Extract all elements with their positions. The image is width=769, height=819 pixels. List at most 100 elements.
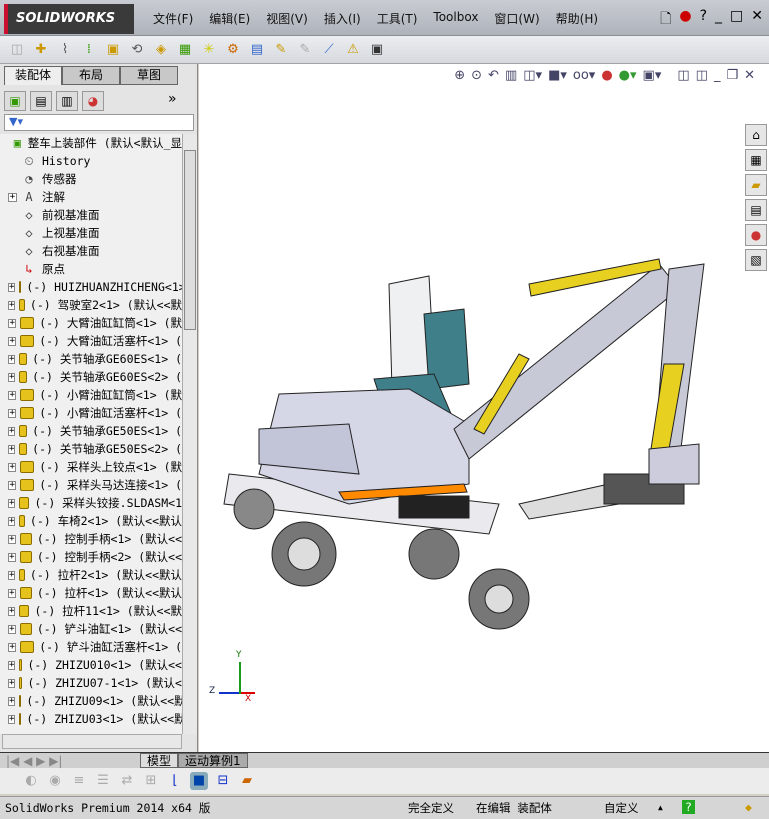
expand-toggle[interactable]: + bbox=[8, 498, 16, 508]
expand-toggle[interactable]: + bbox=[8, 408, 17, 418]
expand-toggle[interactable]: + bbox=[8, 462, 17, 472]
tree-item-label[interactable]: 前视基准面 bbox=[42, 207, 100, 223]
tree-item-label[interactable]: (-) 关节轴承GE50ES<2> ( bbox=[32, 441, 182, 457]
tree-horizontal-scrollbar[interactable] bbox=[2, 734, 182, 749]
units-up-arrow-icon[interactable]: ▲ bbox=[658, 803, 663, 812]
tree-item-label[interactable]: (-) 采样头铰接.SLDASM<1 bbox=[34, 495, 182, 511]
close-button[interactable]: ✕ bbox=[751, 8, 763, 32]
tree-item-label[interactable]: (-) ZHIZU03<1> (默认<<默 bbox=[26, 711, 182, 727]
dimension-icon[interactable]: ⌊ bbox=[166, 772, 184, 790]
menu-item[interactable]: 视图(V) bbox=[258, 10, 316, 27]
tree-item-label[interactable]: (-) 大臂油缸活塞杆<1> ( bbox=[39, 333, 182, 349]
tree-vertical-scrollbar[interactable] bbox=[182, 134, 197, 734]
tree-item-label[interactable]: 右视基准面 bbox=[42, 243, 100, 259]
expand-toggle[interactable]: + bbox=[8, 390, 17, 400]
table-icon[interactable]: ⊟ bbox=[214, 772, 232, 790]
tree-item-label[interactable]: (-) ZHIZU07-1<1> (默认< bbox=[27, 675, 182, 691]
excavator-model[interactable] bbox=[199, 64, 769, 752]
tag-icon[interactable]: ◆ bbox=[745, 800, 752, 814]
grid-icon[interactable]: ⊞ bbox=[142, 772, 160, 790]
tree-item-label[interactable]: (-) ZHIZU010<1> (默认<< bbox=[27, 657, 182, 673]
tree-item-label[interactable]: (-) 拉杆2<1> (默认<<默认 bbox=[30, 567, 182, 583]
expand-toggle[interactable]: + bbox=[8, 336, 17, 346]
expand-panel-icon[interactable]: » bbox=[168, 91, 177, 111]
mate-icon[interactable]: ⌇ bbox=[56, 41, 74, 59]
tab-motion-study[interactable]: 运动算例1 bbox=[178, 753, 248, 768]
edit-appearance-icon[interactable]: ▰ bbox=[238, 772, 256, 790]
drawing-icon[interactable]: ▣ bbox=[368, 41, 386, 59]
units-selector[interactable]: 自定义 bbox=[604, 800, 639, 816]
menu-item[interactable]: 编辑(E) bbox=[201, 10, 258, 27]
tab-layout[interactable]: 布局 bbox=[62, 66, 120, 85]
quick-tips-icon[interactable]: ? bbox=[682, 800, 695, 814]
tab-sketch[interactable]: 草图 bbox=[120, 66, 178, 85]
tree-item-label[interactable]: (-) 拉杆11<1> (默认<<默 bbox=[34, 603, 182, 619]
tree-item-label[interactable]: 上视基准面 bbox=[42, 225, 100, 241]
expand-toggle[interactable]: + bbox=[8, 624, 16, 634]
tree-item-label[interactable]: History bbox=[42, 154, 90, 168]
expand-toggle[interactable]: + bbox=[8, 534, 16, 544]
expand-toggle[interactable]: + bbox=[8, 570, 16, 580]
tree-item-label[interactable]: (-) 关节轴承GE50ES<1> ( bbox=[32, 423, 182, 439]
property-manager-icon[interactable]: ▤ bbox=[30, 91, 52, 111]
expand-toggle[interactable]: + bbox=[8, 372, 16, 382]
expand-toggle[interactable]: + bbox=[8, 444, 16, 454]
expand-toggle[interactable]: + bbox=[8, 642, 17, 652]
align-icon[interactable]: ⇄ bbox=[118, 772, 136, 790]
shaded-display-icon[interactable]: ■ bbox=[190, 772, 208, 790]
graphics-viewport[interactable]: ⊕ ⊙ ↶ ▥ ◫▾ ■▾ oo▾ ● ●▾ ▣▾ ◫ ◫ _ ❐ ✕ ⌂ ▦ … bbox=[199, 64, 769, 752]
render-icon[interactable]: ◐ bbox=[22, 772, 40, 790]
expand-toggle[interactable]: + bbox=[8, 480, 17, 490]
tree-item-label[interactable]: (-) 大臂油缸缸筒<1> (默 bbox=[39, 315, 182, 331]
tree-item-label[interactable]: (-) 关节轴承GE60ES<2> ( bbox=[32, 369, 182, 385]
tree-item-label[interactable]: (-) 驾驶室2<1> (默认<<默 bbox=[30, 297, 182, 313]
expand-toggle[interactable]: + bbox=[8, 588, 16, 598]
minimize-button[interactable]: _ bbox=[715, 8, 722, 32]
menu-item[interactable]: 文件(F) bbox=[145, 10, 201, 27]
expand-toggle[interactable]: + bbox=[8, 300, 16, 310]
tree-item-label[interactable]: (-) 采样头上铰点<1> (默 bbox=[39, 459, 182, 475]
tree-item-label[interactable]: (-) 关节轴承GE60ES<1> ( bbox=[32, 351, 182, 367]
rebuild-traffic-light-icon[interactable]: ● bbox=[679, 8, 691, 32]
configuration-manager-icon[interactable]: ▥ bbox=[56, 91, 78, 111]
expand-toggle[interactable]: + bbox=[8, 426, 16, 436]
tree-item-label[interactable]: 原点 bbox=[42, 261, 65, 277]
expand-toggle[interactable]: + bbox=[8, 552, 16, 562]
interference-icon[interactable]: ✎ bbox=[296, 41, 314, 59]
tree-item-label[interactable]: (-) 车椅2<1> (默认<<默认 bbox=[30, 513, 182, 529]
expand-toggle[interactable]: + bbox=[8, 318, 17, 328]
tree-item-label[interactable]: (-) 采样头马达连接<1> ( bbox=[39, 477, 182, 493]
tree-item-label[interactable]: (-) 控制手柄<2> (默认<< bbox=[37, 549, 182, 565]
tree-item-label[interactable]: (-) 小臂油缸活塞杆<1> ( bbox=[39, 405, 182, 421]
scrollbar-thumb[interactable] bbox=[184, 150, 196, 330]
explode-line-icon[interactable]: ✎ bbox=[272, 41, 290, 59]
maximize-button[interactable]: □ bbox=[730, 8, 743, 32]
tab-model[interactable]: 模型 bbox=[140, 753, 179, 768]
tab-nav-arrows[interactable]: |◀ ◀ ▶ ▶| bbox=[0, 754, 140, 768]
expand-toggle[interactable]: + bbox=[8, 696, 16, 706]
tree-item-label[interactable]: (-) 铲斗油缸活塞杆<1> ( bbox=[39, 639, 182, 655]
expand-toggle[interactable]: + bbox=[8, 516, 16, 526]
new-document-icon[interactable]: 🗋 bbox=[660, 8, 671, 32]
expand-toggle[interactable]: + bbox=[8, 606, 16, 616]
exploded-view-icon[interactable]: ▤ bbox=[248, 41, 266, 59]
tab-assembly[interactable]: 装配体 bbox=[4, 66, 62, 85]
tree-item-label[interactable]: (-) 小臂油缸缸筒<1> (默 bbox=[39, 387, 182, 403]
menu-item[interactable]: Toolbox bbox=[425, 10, 486, 27]
menu-item[interactable]: 窗口(W) bbox=[486, 10, 547, 27]
reference-geometry-icon[interactable]: ✳ bbox=[200, 41, 218, 59]
expand-toggle[interactable]: + bbox=[8, 660, 16, 670]
expand-toggle[interactable]: + bbox=[8, 282, 16, 292]
menu-item[interactable]: 工具(T) bbox=[369, 10, 426, 27]
tree-root-label[interactable]: 整车上装部件 (默认<默认_显 bbox=[28, 135, 182, 151]
display-manager-icon[interactable]: ◕ bbox=[82, 91, 104, 111]
expand-toggle[interactable]: + bbox=[8, 192, 17, 202]
instant3d-icon[interactable]: ⟋ bbox=[320, 41, 338, 59]
move-component-icon[interactable]: ⟲ bbox=[128, 41, 146, 59]
tree-item-label[interactable]: (-) 控制手柄<1> (默认<< bbox=[37, 531, 182, 547]
linestyle-icon[interactable]: ☰ bbox=[94, 772, 112, 790]
expand-toggle[interactable]: + bbox=[8, 678, 16, 688]
tree-item-label[interactable]: 传感器 bbox=[42, 171, 77, 187]
smart-fasteners-icon[interactable]: ▣ bbox=[104, 41, 122, 59]
menu-item[interactable]: 帮助(H) bbox=[548, 10, 606, 27]
